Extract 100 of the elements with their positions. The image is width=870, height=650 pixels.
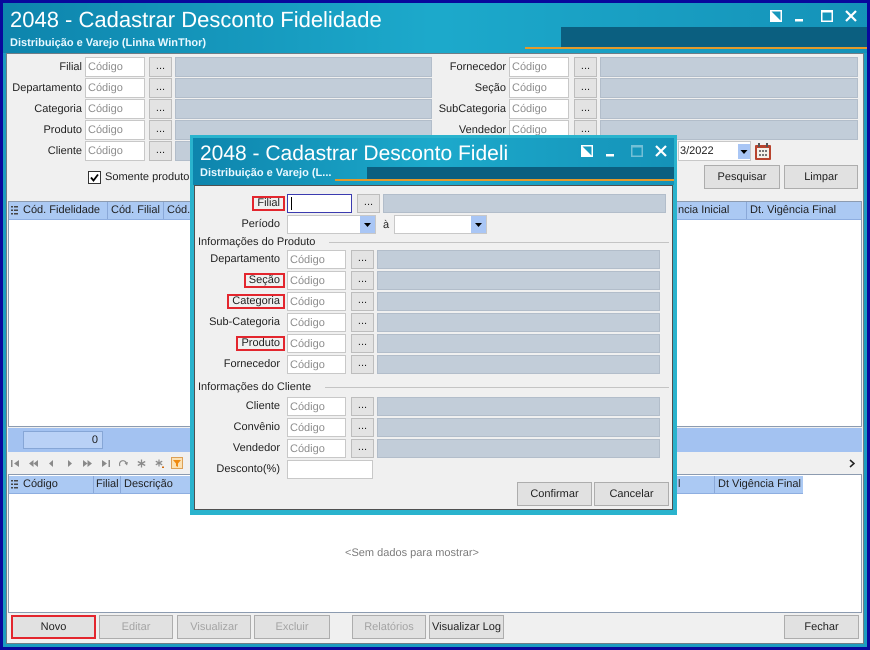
browse-button[interactable]: ... <box>574 78 597 98</box>
double-left-icon[interactable] <box>29 458 38 468</box>
code-input[interactable]: Código <box>85 141 145 161</box>
toolbar-button[interactable]: Visualizar Log <box>429 615 504 639</box>
toolbar-button[interactable]: Fechar <box>784 615 859 639</box>
discount-input[interactable] <box>287 460 373 479</box>
column-header[interactable]: Descrição <box>121 476 173 493</box>
browse-button[interactable]: ... <box>351 397 374 416</box>
code-input[interactable]: Código <box>287 313 346 332</box>
field-label: Seção <box>244 273 285 288</box>
browse-button[interactable]: ... <box>357 194 380 213</box>
right-icon[interactable] <box>65 458 74 468</box>
column-header[interactable]: Cód. <box>164 202 190 219</box>
range-separator-label: à <box>383 218 390 230</box>
chevron-right-icon[interactable] <box>849 458 855 468</box>
browse-button[interactable]: ... <box>351 439 374 458</box>
checkbox-label: Somente produto <box>105 170 190 185</box>
text-cursor-icon <box>291 197 292 210</box>
browse-button[interactable]: ... <box>149 99 172 119</box>
total-cell: 0 <box>23 431 103 449</box>
field-label: Desconto(%) <box>215 462 281 477</box>
browse-button[interactable]: ... <box>351 292 374 311</box>
field-label: SubCategoria <box>438 102 506 116</box>
code-input[interactable]: Código <box>287 418 346 437</box>
dropdown-icon[interactable] <box>360 216 375 233</box>
half-filled-square-icon[interactable] <box>770 10 782 22</box>
field-label: Produto <box>236 336 285 351</box>
dialog-button[interactable]: Cancelar <box>594 482 669 506</box>
browse-button[interactable]: ... <box>351 418 374 437</box>
double-right-icon[interactable] <box>83 458 92 468</box>
code-input[interactable]: Código <box>509 78 569 98</box>
dialog-button[interactable]: Confirmar <box>517 482 592 506</box>
action-button[interactable]: Limpar <box>784 165 858 189</box>
code-input[interactable]: Código <box>287 250 346 269</box>
code-input[interactable]: Código <box>509 99 569 119</box>
browse-button[interactable]: ... <box>149 57 172 77</box>
browse-button[interactable]: ... <box>351 313 374 332</box>
column-header[interactable]: Dt. Vigência Final <box>747 202 861 219</box>
column-header[interactable]: Cód. Fidelidade <box>20 202 108 219</box>
dropdown-icon[interactable] <box>471 216 486 233</box>
code-input[interactable]: Código <box>85 99 145 119</box>
browse-button[interactable]: ... <box>351 355 374 374</box>
field-label: Convênio <box>232 420 281 435</box>
field-label: Cliente <box>48 144 82 158</box>
field-label: Cliente <box>244 399 281 414</box>
code-input[interactable]: Código <box>85 57 145 77</box>
list-icon[interactable] <box>11 480 18 489</box>
window-subtitle: Distribuição e Varejo (Linha WinThor) <box>10 37 208 50</box>
field-label: Seção <box>474 82 506 94</box>
code-input[interactable]: Código <box>85 120 145 140</box>
dialog-subtitle: Distribuição e Varejo (L... <box>199 167 332 179</box>
sparkle-icon[interactable] <box>155 458 164 468</box>
browse-button[interactable]: ... <box>351 250 374 269</box>
list-icon[interactable] <box>11 206 18 215</box>
maximize-icon[interactable] <box>821 10 833 22</box>
left-icon[interactable] <box>47 458 56 468</box>
action-button[interactable]: Pesquisar <box>704 165 780 189</box>
branch-input[interactable] <box>287 194 352 213</box>
dropdown-icon[interactable] <box>738 144 750 158</box>
close-icon[interactable] <box>655 144 667 156</box>
code-input[interactable]: Código <box>287 355 346 374</box>
dialog-title: 2048 - Cadastrar Desconto Fideli <box>199 141 508 167</box>
code-input[interactable]: Código <box>85 78 145 98</box>
browse-button[interactable]: ... <box>351 334 374 353</box>
column-header[interactable]: Código <box>20 476 94 493</box>
toolbar-button[interactable]: Novo <box>11 615 96 639</box>
browse-button[interactable]: ... <box>574 57 597 77</box>
browse-button[interactable]: ... <box>149 120 172 140</box>
browse-button[interactable]: ... <box>149 78 172 98</box>
calendar-icon[interactable] <box>754 142 772 160</box>
column-header[interactable]: Filial <box>94 476 121 493</box>
code-input[interactable]: Código <box>287 439 346 458</box>
field-label: Vendedor <box>232 441 281 456</box>
code-input[interactable]: Código <box>509 57 569 77</box>
code-input[interactable]: Código <box>287 334 346 353</box>
asterisk-icon[interactable] <box>137 458 146 468</box>
checkmark-icon <box>90 172 99 182</box>
curved-arrow-icon[interactable] <box>119 458 128 468</box>
first-icon[interactable] <box>11 458 20 468</box>
browse-button[interactable]: ... <box>351 271 374 290</box>
code-input[interactable]: Código <box>287 292 346 311</box>
date-field[interactable]: 3/2022 <box>678 141 751 161</box>
filter-icon[interactable] <box>171 457 183 469</box>
field-label: Fornecedor <box>222 357 281 372</box>
field-label: Vendedor <box>458 124 506 136</box>
column-header[interactable]: Dt Vigência Final <box>715 476 803 493</box>
code-input[interactable]: Código <box>287 271 346 290</box>
browse-button[interactable]: ... <box>149 141 172 161</box>
checkbox[interactable] <box>88 170 101 184</box>
column-header[interactable]: Cód. Filial <box>108 202 164 219</box>
code-input[interactable]: Código <box>287 397 346 416</box>
section-title: Informações do Cliente <box>197 382 312 393</box>
browse-button[interactable]: ... <box>574 99 597 119</box>
half-filled-square-icon[interactable] <box>581 144 593 156</box>
last-icon[interactable] <box>101 458 110 468</box>
close-icon[interactable] <box>845 10 857 22</box>
field-label: Departamento <box>12 82 82 94</box>
field-label: Sub-Categoria <box>208 315 281 330</box>
section-title: Informações do Produto <box>197 237 316 248</box>
empty-message: <Sem dados para mostrar> <box>345 546 479 561</box>
